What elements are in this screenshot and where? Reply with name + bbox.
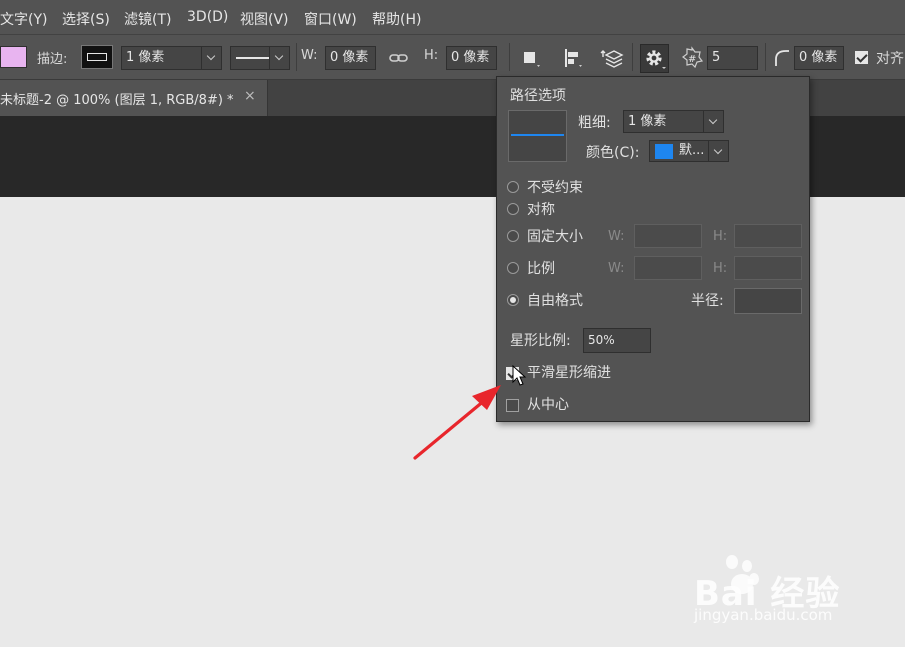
annotation-arrow-icon — [413, 385, 501, 460]
thickness-value: 1 像素 — [628, 114, 667, 129]
height-value: 0 像素 — [451, 50, 490, 65]
menu-filter[interactable]: 滤镜(T) — [124, 9, 171, 29]
unconstrained-radio[interactable] — [507, 181, 519, 193]
align-edges-checkbox[interactable] — [855, 51, 868, 64]
svg-text:#: # — [688, 54, 696, 65]
proportion-height-label: H: — [713, 261, 728, 276]
stroke-swatch[interactable] — [81, 45, 113, 69]
proportion-width-input[interactable] — [634, 256, 702, 280]
symmetric-radio[interactable] — [507, 203, 519, 215]
path-operations-icon[interactable] — [518, 45, 544, 71]
path-alignment-icon[interactable] — [560, 45, 586, 71]
smooth-indent-label: 平滑星形缩进 — [527, 365, 611, 381]
corner-radius-input[interactable]: 0 像素 — [794, 46, 844, 70]
star-points-value: 5 — [712, 50, 721, 65]
menu-window[interactable]: 窗口(W) — [304, 9, 357, 29]
star-ratio-input[interactable]: 50% — [583, 328, 651, 353]
fixed-height-input[interactable] — [734, 224, 802, 248]
radius-label: 半径: — [691, 293, 724, 309]
height-input[interactable]: 0 像素 — [446, 46, 497, 70]
corner-radius-value: 0 像素 — [799, 50, 838, 65]
star-ratio-label: 星形比例: — [510, 333, 571, 349]
chevron-down-icon — [708, 141, 728, 161]
menu-view[interactable]: 视图(V) — [240, 9, 289, 29]
width-value: 0 像素 — [330, 50, 369, 65]
color-swatch — [655, 144, 673, 159]
width-input[interactable]: 0 像素 — [325, 46, 376, 70]
from-center-label: 从中心 — [527, 397, 569, 413]
stroke-type-select[interactable] — [230, 46, 290, 70]
color-value: 默... — [679, 143, 705, 158]
fixed-width-input[interactable] — [634, 224, 702, 248]
fill-swatch[interactable] — [0, 46, 27, 68]
star-points-input[interactable]: 5 — [707, 46, 758, 70]
chevron-down-icon — [703, 111, 723, 132]
stroke-preview — [508, 110, 567, 162]
menu-bar: 文字(Y) 选择(S) 滤镜(T) 3D(D) 视图(V) 窗口(W) 帮助(H… — [0, 0, 905, 34]
fixed-width-label: W: — [608, 229, 625, 244]
options-bar: 描边: 1 像素 W: 0 像素 H: 0 像素 # 5 0 像素 对齐 — [0, 34, 905, 80]
star-ratio-value: 50% — [588, 333, 615, 347]
radius-input[interactable] — [734, 288, 802, 314]
fixed-height-label: H: — [713, 229, 728, 244]
proportional-radio[interactable] — [507, 262, 519, 274]
stroke-width-value: 1 像素 — [126, 50, 165, 65]
color-label: 颜色(C): — [586, 145, 640, 161]
thickness-select[interactable]: 1 像素 — [623, 110, 724, 133]
gear-icon[interactable] — [640, 44, 669, 73]
fixed-size-label: 固定大小 — [527, 229, 583, 245]
panel-title: 路径选项 — [510, 88, 566, 104]
stroke-width-select[interactable]: 1 像素 — [121, 46, 222, 70]
align-edges-label: 对齐 — [876, 51, 904, 67]
close-icon[interactable]: × — [244, 88, 256, 104]
proportion-width-label: W: — [608, 261, 625, 276]
mouse-cursor-icon — [512, 365, 527, 386]
menu-type[interactable]: 文字(Y) — [0, 9, 47, 29]
stroke-label: 描边: — [37, 52, 68, 67]
height-label: H: — [424, 48, 439, 63]
menu-3d[interactable]: 3D(D) — [187, 9, 228, 25]
document-tab-title: 未标题-2 @ 100% (图层 1, RGB/8#) * — [0, 93, 234, 108]
menu-select[interactable]: 选择(S) — [62, 9, 110, 29]
star-points-icon: # — [679, 45, 705, 71]
proportion-height-input[interactable] — [734, 256, 802, 280]
thickness-label: 粗细: — [578, 115, 611, 131]
chevron-down-icon — [201, 47, 221, 69]
line-style-icon — [236, 57, 270, 59]
watermark-url: jingyan.baidu.com — [694, 606, 833, 624]
width-label: W: — [301, 48, 318, 63]
color-select[interactable]: 默... — [649, 140, 729, 162]
symmetric-label: 对称 — [527, 202, 555, 218]
corner-radius-icon — [770, 45, 796, 71]
link-icon[interactable] — [386, 45, 412, 71]
free-form-label: 自由格式 — [527, 293, 583, 309]
path-options-panel: 路径选项 粗细: 1 像素 颜色(C): 默... 不受约束 对称 固定大小 W… — [496, 76, 810, 422]
proportional-label: 比例 — [527, 261, 555, 277]
unconstrained-label: 不受约束 — [527, 180, 583, 196]
fixed-size-radio[interactable] — [507, 230, 519, 242]
path-arrangement-icon[interactable] — [600, 45, 626, 71]
menu-help[interactable]: 帮助(H) — [372, 9, 421, 29]
chevron-down-icon — [269, 47, 289, 69]
free-form-radio[interactable] — [507, 294, 519, 306]
